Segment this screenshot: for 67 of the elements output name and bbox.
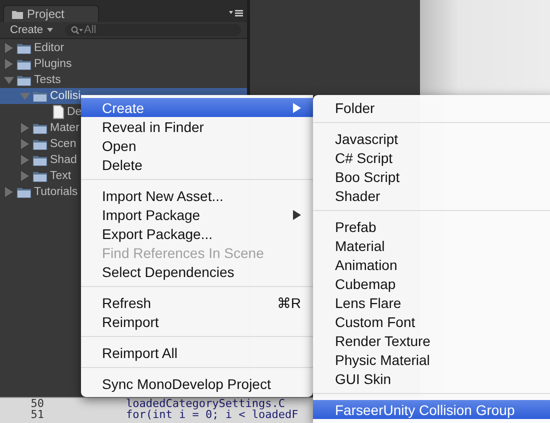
tree-item-label[interactable]: Shad xyxy=(50,154,77,166)
menu-item[interactable]: Delete xyxy=(81,155,313,174)
folder-icon xyxy=(17,74,31,86)
line-number: 51 xyxy=(30,409,44,420)
menu-item[interactable]: Refresh ⌘R xyxy=(81,293,313,312)
expanded-arrow-icon[interactable] xyxy=(4,75,14,85)
collapsed-arrow-icon[interactable] xyxy=(4,43,14,53)
tree-item-label[interactable]: Tests xyxy=(34,74,61,86)
file-icon xyxy=(53,105,64,119)
menu-item[interactable]: C# Script xyxy=(313,148,550,167)
code-line: loadedCategorySettings.C xyxy=(126,398,285,410)
menu-item[interactable]: Boo Script xyxy=(313,167,550,186)
tree-item-label[interactable]: De xyxy=(67,106,82,118)
tree-item-label[interactable]: Mater xyxy=(50,122,80,134)
menu-icon[interactable] xyxy=(229,9,243,17)
collapsed-arrow-icon[interactable] xyxy=(4,187,14,197)
menu-item[interactable]: Import Package xyxy=(81,205,313,224)
menu-item[interactable]: Cubemap xyxy=(313,274,550,293)
line-number: 50 xyxy=(30,398,44,410)
collapsed-arrow-icon[interactable] xyxy=(20,171,30,181)
menu-item[interactable]: Reimport All xyxy=(81,343,313,362)
folder-icon xyxy=(17,186,31,198)
menu-item[interactable]: Import New Asset... xyxy=(81,186,313,205)
folder-icon xyxy=(33,122,47,134)
tree-item-label[interactable]: Editor xyxy=(34,42,64,54)
folder-icon xyxy=(33,138,47,150)
menu-item[interactable]: Create xyxy=(81,98,313,117)
tree-item-label[interactable]: Plugins xyxy=(34,58,72,70)
collapsed-arrow-icon[interactable] xyxy=(20,139,30,149)
shortcut-label: ⌘R xyxy=(276,294,301,310)
tree-item-label[interactable]: Scen xyxy=(50,138,76,150)
collapsed-arrow-icon[interactable] xyxy=(20,155,30,165)
folder-icon xyxy=(33,90,47,102)
search-field[interactable]: All xyxy=(65,24,241,36)
create-dropdown[interactable]: Create xyxy=(6,24,58,36)
menu-item[interactable]: Lens Flare xyxy=(313,293,550,312)
tree-item-label[interactable]: Collisi xyxy=(50,90,81,102)
folder-icon xyxy=(17,58,31,70)
collapsed-arrow-icon[interactable] xyxy=(20,123,30,133)
code-line: for(int i = 0; i < loadedF xyxy=(126,409,298,420)
menu-item[interactable]: Physic Material xyxy=(313,350,550,369)
menu-item[interactable]: Sync MonoDevelop Project xyxy=(81,374,313,393)
project-tab[interactable]: Project xyxy=(3,5,99,22)
menu-item[interactable]: GUI Skin xyxy=(313,369,550,388)
menu-item[interactable]: Export Package... xyxy=(81,224,313,243)
menu-item[interactable]: Reveal in Finder xyxy=(81,117,313,136)
menu-item[interactable]: FarseerUnity Collision Group xyxy=(313,400,550,419)
menu-item[interactable]: Folder xyxy=(313,98,550,117)
menu-item[interactable]: Shader xyxy=(313,186,550,205)
folder-icon xyxy=(17,42,31,54)
menu-item[interactable]: Open xyxy=(81,136,313,155)
caret-icon xyxy=(47,28,54,32)
menu-item[interactable]: Select Dependencies xyxy=(81,262,313,281)
menu-item[interactable]: Custom Font xyxy=(313,312,550,331)
menu-item[interactable]: Javascript xyxy=(313,129,550,148)
tree-item-label[interactable]: Text xyxy=(50,170,72,182)
menu-item[interactable]: Reimport xyxy=(81,312,313,331)
collapsed-arrow-icon[interactable] xyxy=(4,59,14,69)
folder-icon xyxy=(12,10,23,18)
expanded-arrow-icon[interactable] xyxy=(20,91,30,101)
menu-item[interactable]: Render Texture xyxy=(313,331,550,350)
menu-item[interactable]: Material xyxy=(313,236,550,255)
menu-item[interactable]: Animation xyxy=(313,255,550,274)
folder-icon xyxy=(33,154,47,166)
tree-item-label[interactable]: Tutorials xyxy=(34,186,78,198)
folder-icon xyxy=(33,170,47,182)
menu-item[interactable]: Prefab xyxy=(313,217,550,236)
